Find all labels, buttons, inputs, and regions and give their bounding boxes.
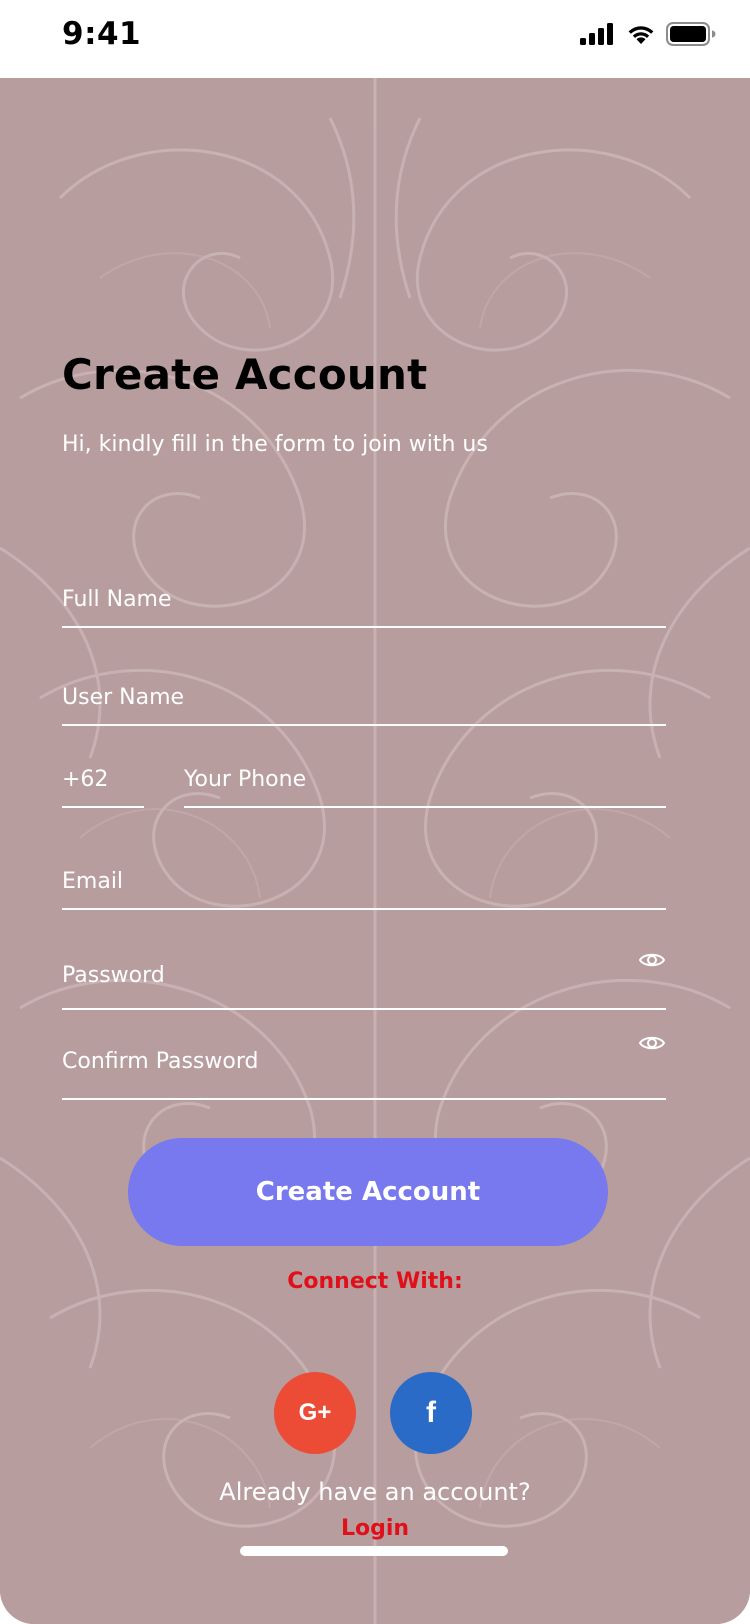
eye-icon[interactable] [638,950,666,970]
username-input[interactable] [62,685,666,710]
confirm-password-input[interactable] [62,1049,602,1074]
home-indicator[interactable] [240,1546,508,1556]
country-code-field [62,744,144,808]
status-icons [580,22,716,46]
phone-input[interactable] [184,767,666,792]
phone-field [184,744,666,808]
email-field [62,828,666,910]
password-input[interactable] [62,963,602,988]
sign-up-screen: 9:41 Create Account Hi, kindly fill in t… [0,0,750,1624]
confirm-password-field [62,1028,666,1100]
wifi-icon [628,26,654,44]
cellular-signal-icon [580,23,613,45]
content-area: Create Account Hi, kindly fill in the fo… [0,78,750,1624]
status-time: 9:41 [62,16,142,52]
facebook-button[interactable]: f [390,1372,472,1454]
page-subtitle: Hi, kindly fill in the form to join with… [62,432,488,457]
google-plus-button[interactable]: G+ [274,1372,356,1454]
full-name-field [62,556,666,628]
email-input[interactable] [62,869,666,894]
username-field [62,648,666,726]
password-field [62,928,666,1010]
already-have-account-text: Already have an account? [219,1478,531,1506]
country-code-input[interactable] [62,767,144,792]
google-plus-icon: G+ [298,1399,332,1426]
facebook-icon: f [426,1396,436,1429]
page-title: Create Account [62,350,428,399]
battery-icon [666,22,716,46]
create-account-button[interactable]: Create Account [128,1138,608,1246]
connect-with-label: Connect With: [287,1269,463,1294]
full-name-input[interactable] [62,587,666,612]
login-link[interactable]: Login [0,1516,750,1541]
eye-icon[interactable] [638,1033,666,1053]
sign-up-form: Create Account Hi, kindly fill in the fo… [0,78,750,1624]
status-bar: 9:41 [0,0,750,78]
